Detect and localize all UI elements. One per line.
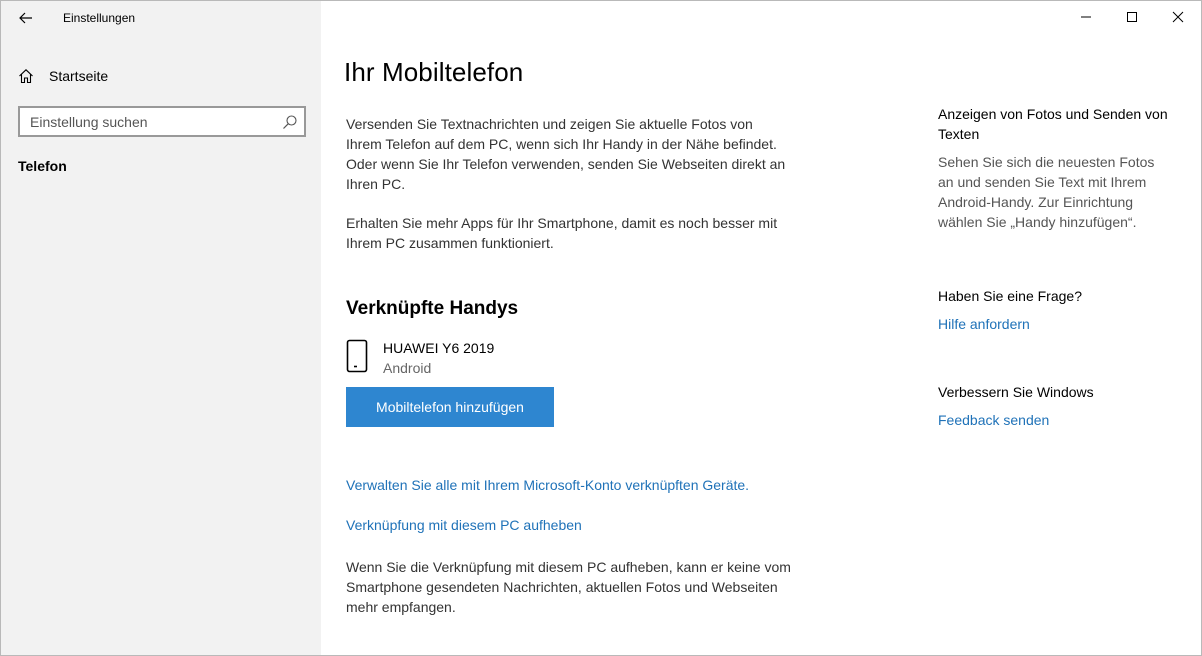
back-button[interactable] [11,5,41,31]
search-icon[interactable] [282,114,298,130]
device-info: HUAWEI Y6 2019 Android [383,339,494,378]
sidebar: Einstellungen Startseite Telefon [1,1,321,655]
improve-panel: Verbessern Sie Windows Feedback senden [938,382,1178,430]
device-os: Android [383,360,432,376]
sidebar-item-home[interactable]: Startseite [17,65,108,87]
intro-text: Versenden Sie Textnachrichten und zeigen… [346,116,786,192]
photos-heading: Anzeigen von Fotos und Senden von Texten [938,106,1168,142]
main-content: Ihr Mobiltelefon Versenden Sie Textnachr… [321,1,1201,655]
device-name: HUAWEI Y6 2019 [383,340,495,356]
linked-phones-title: Verknüpfte Handys [346,298,519,319]
search-input[interactable] [20,108,270,135]
feedback-link[interactable]: Feedback senden [938,410,1178,430]
linked-device: HUAWEI Y6 2019 Android [346,339,494,378]
sidebar-item-telefon[interactable]: Telefon [18,158,67,174]
help-link[interactable]: Hilfe anfordern [938,314,1178,334]
page-title: Ihr Mobiltelefon [344,57,524,87]
question-heading: Haben Sie eine Frage? [938,288,1082,304]
sidebar-item-home-label: Startseite [49,68,109,84]
manage-devices-link[interactable]: Verwalten Sie alle mit Ihrem Microsoft-K… [346,477,749,493]
settings-window: Einstellungen Startseite Telefon [0,0,1202,656]
back-arrow-icon [19,12,32,24]
app-title: Einstellungen [63,11,136,25]
search-box [18,106,306,137]
add-phone-button[interactable]: Mobiltelefon hinzufügen [346,387,554,427]
improve-heading: Verbessern Sie Windows [938,384,1094,400]
photos-info-panel: Anzeigen von Fotos und Senden von Texten… [938,104,1178,232]
phone-icon [346,339,368,373]
apps-text: Erhalten Sie mehr Apps für Ihr Smartphon… [346,215,778,251]
photos-text: Sehen Sie sich die neuesten Fotos an und… [938,154,1155,230]
unlink-description: Wenn Sie die Verknüpfung mit diesem PC a… [346,559,791,615]
home-icon [17,67,35,85]
unlink-pc-link[interactable]: Verknüpfung mit diesem PC aufheben [346,517,582,533]
question-panel: Haben Sie eine Frage? Hilfe anfordern [938,286,1178,334]
